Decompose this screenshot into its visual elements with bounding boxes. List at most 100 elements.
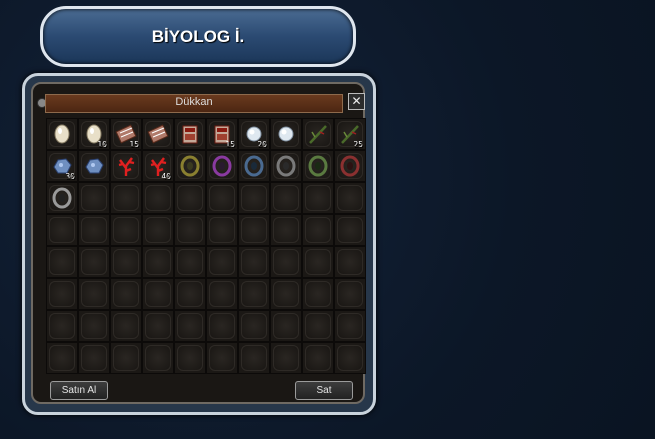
green-ring-icon bbox=[308, 155, 328, 177]
item-slot[interactable] bbox=[334, 342, 366, 374]
red-book-icon bbox=[214, 125, 230, 144]
item-slot[interactable] bbox=[206, 246, 238, 278]
item-slot[interactable]: 30 bbox=[46, 150, 78, 182]
item-slot[interactable] bbox=[46, 342, 78, 374]
item-slot[interactable] bbox=[174, 118, 206, 150]
item-slot[interactable] bbox=[110, 214, 142, 246]
item-slot[interactable] bbox=[334, 278, 366, 310]
item-slot[interactable] bbox=[174, 278, 206, 310]
purple-ring-icon bbox=[212, 155, 232, 177]
item-slot[interactable] bbox=[270, 246, 302, 278]
item-slot[interactable] bbox=[334, 310, 366, 342]
item-slot[interactable] bbox=[142, 246, 174, 278]
silver-ring-icon bbox=[52, 187, 72, 209]
item-slot[interactable] bbox=[270, 342, 302, 374]
item-slot[interactable] bbox=[206, 214, 238, 246]
item-slot[interactable] bbox=[78, 342, 110, 374]
close-button[interactable]: ✕ bbox=[348, 93, 365, 110]
item-slot[interactable] bbox=[110, 246, 142, 278]
item-slot[interactable] bbox=[270, 150, 302, 182]
item-slot[interactable] bbox=[174, 150, 206, 182]
item-slot[interactable] bbox=[46, 310, 78, 342]
item-slot[interactable] bbox=[238, 342, 270, 374]
item-slot[interactable] bbox=[142, 182, 174, 214]
item-slot[interactable] bbox=[334, 246, 366, 278]
item-slot[interactable] bbox=[302, 246, 334, 278]
item-slot[interactable] bbox=[78, 182, 110, 214]
item-slot[interactable] bbox=[270, 278, 302, 310]
item-slot[interactable] bbox=[78, 214, 110, 246]
item-slot[interactable] bbox=[142, 310, 174, 342]
shop-window-inner: Dükkan ✕ 10 15 15 20 25 30 40 Satın Al Sat bbox=[31, 82, 366, 404]
item-slot[interactable] bbox=[238, 150, 270, 182]
item-slot[interactable] bbox=[334, 214, 366, 246]
buy-button[interactable]: Satın Al bbox=[50, 381, 108, 400]
item-slot[interactable] bbox=[302, 214, 334, 246]
item-slot[interactable]: 15 bbox=[206, 118, 238, 150]
item-slot[interactable] bbox=[270, 182, 302, 214]
item-slot[interactable] bbox=[270, 310, 302, 342]
blue-ore-icon bbox=[53, 158, 72, 174]
item-slot[interactable] bbox=[174, 342, 206, 374]
item-count: 15 bbox=[225, 140, 235, 149]
item-slot[interactable] bbox=[206, 278, 238, 310]
item-count: 25 bbox=[353, 140, 363, 149]
item-slot[interactable] bbox=[238, 310, 270, 342]
item-slot[interactable] bbox=[110, 342, 142, 374]
item-count: 15 bbox=[129, 140, 139, 149]
item-slot[interactable] bbox=[78, 278, 110, 310]
item-slot[interactable] bbox=[110, 278, 142, 310]
gold-ring-icon bbox=[180, 155, 200, 177]
item-slot[interactable] bbox=[238, 182, 270, 214]
item-slot[interactable] bbox=[334, 182, 366, 214]
item-slot[interactable] bbox=[270, 214, 302, 246]
item-slot[interactable] bbox=[302, 278, 334, 310]
item-slot[interactable]: 20 bbox=[238, 118, 270, 150]
item-slot[interactable] bbox=[78, 310, 110, 342]
item-slot[interactable] bbox=[270, 118, 302, 150]
item-slot[interactable] bbox=[78, 246, 110, 278]
npc-name: BİYOLOG İ. bbox=[151, 26, 245, 46]
item-count: 40 bbox=[161, 172, 171, 181]
item-slot[interactable] bbox=[174, 182, 206, 214]
item-slot[interactable] bbox=[302, 118, 334, 150]
item-slot[interactable]: 10 bbox=[78, 118, 110, 150]
item-slot[interactable] bbox=[46, 246, 78, 278]
item-slot[interactable] bbox=[110, 150, 142, 182]
red-scroll-icon bbox=[147, 124, 169, 144]
green-branch-icon bbox=[309, 125, 327, 144]
item-slot[interactable] bbox=[174, 246, 206, 278]
item-slot[interactable] bbox=[142, 342, 174, 374]
item-slot[interactable] bbox=[302, 150, 334, 182]
item-slot[interactable] bbox=[238, 246, 270, 278]
item-slot[interactable] bbox=[46, 214, 78, 246]
item-slot[interactable] bbox=[142, 278, 174, 310]
item-slot[interactable] bbox=[206, 342, 238, 374]
item-slot[interactable] bbox=[46, 182, 78, 214]
item-slot[interactable] bbox=[78, 150, 110, 182]
item-slot[interactable] bbox=[302, 342, 334, 374]
item-slot[interactable] bbox=[302, 310, 334, 342]
item-slot[interactable] bbox=[334, 150, 366, 182]
item-slot[interactable]: 40 bbox=[142, 150, 174, 182]
item-slot[interactable] bbox=[206, 182, 238, 214]
item-slot[interactable] bbox=[142, 214, 174, 246]
item-slot[interactable] bbox=[206, 310, 238, 342]
item-slot[interactable] bbox=[174, 214, 206, 246]
grey-ring-icon bbox=[276, 155, 296, 177]
item-slot[interactable] bbox=[110, 310, 142, 342]
item-slot[interactable] bbox=[46, 278, 78, 310]
item-slot[interactable]: 15 bbox=[110, 118, 142, 150]
sell-button[interactable]: Sat bbox=[295, 381, 353, 400]
item-slot[interactable] bbox=[238, 278, 270, 310]
item-slot[interactable] bbox=[142, 118, 174, 150]
item-slot[interactable] bbox=[238, 214, 270, 246]
red-scroll-icon bbox=[115, 124, 137, 144]
item-slot[interactable] bbox=[110, 182, 142, 214]
item-slot[interactable]: 25 bbox=[334, 118, 366, 150]
item-slot[interactable] bbox=[46, 118, 78, 150]
shop-title-bar[interactable]: Dükkan bbox=[45, 94, 343, 113]
item-slot[interactable] bbox=[206, 150, 238, 182]
item-slot[interactable] bbox=[174, 310, 206, 342]
item-slot[interactable] bbox=[302, 182, 334, 214]
